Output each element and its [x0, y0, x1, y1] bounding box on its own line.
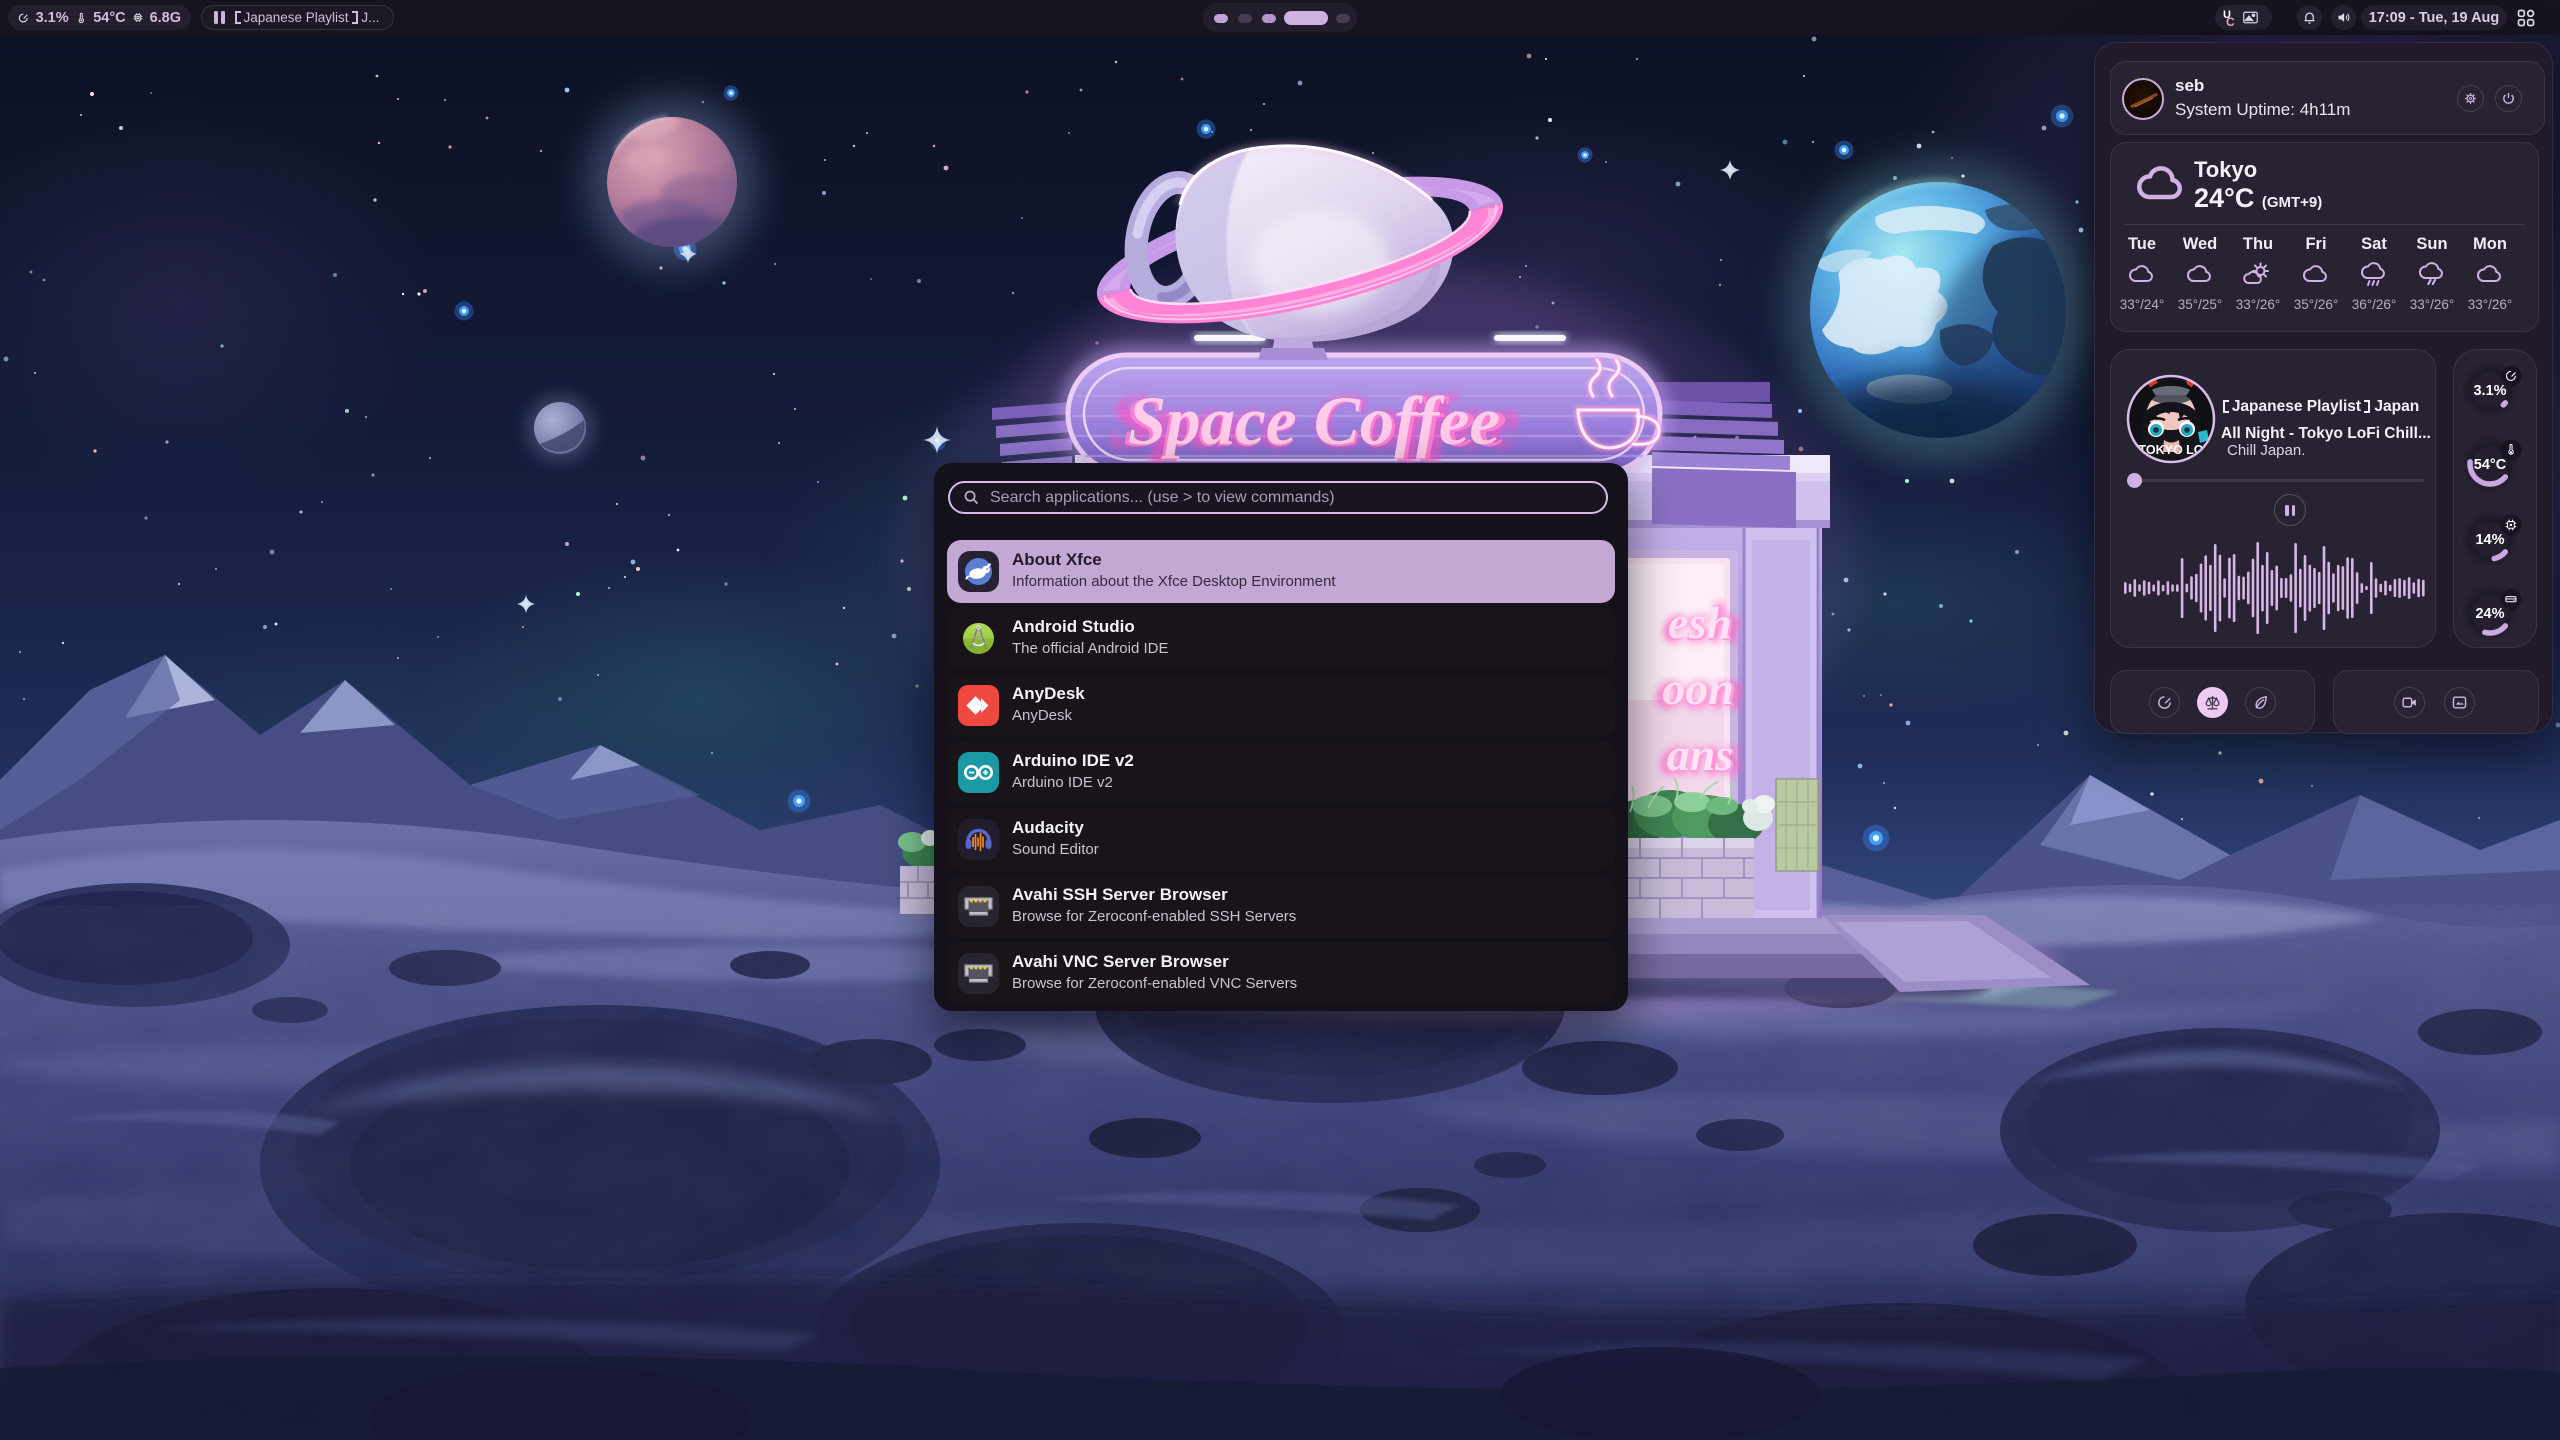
svg-text:Space Coffee: Space Coffee [1128, 383, 1500, 459]
svg-text:ans: ans [1667, 729, 1733, 780]
svg-text:oon: oon [1662, 663, 1734, 714]
svg-text:3.1%: 3.1% [2473, 383, 2506, 399]
svg-text:54°C: 54°C [2474, 457, 2507, 473]
svg-text:14%: 14% [2475, 532, 2504, 548]
svg-text:24%: 24% [2475, 606, 2504, 622]
svg-text:esh: esh [1668, 597, 1732, 648]
